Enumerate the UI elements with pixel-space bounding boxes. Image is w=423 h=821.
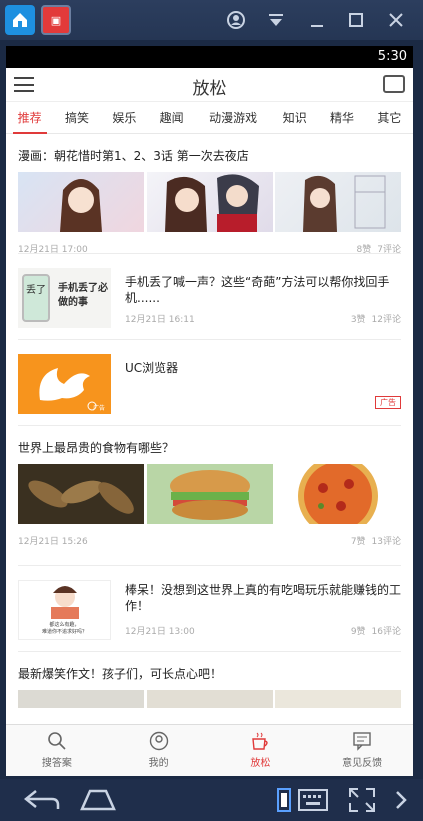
ad-body: UC浏览器 广告 — [125, 354, 401, 425]
tab-entertainment[interactable]: 娱乐 — [101, 103, 148, 133]
comic-image — [275, 172, 401, 232]
like-count: 9赞 — [350, 627, 366, 637]
comment-count: 16评论 — [371, 627, 401, 637]
essay-image — [18, 690, 144, 708]
list-item[interactable]: 丢了 手机丢了必做的事 手机丢了喊一声？这些“奇葩”方法可以帮你找回手机....… — [18, 254, 401, 340]
keyboard-icon[interactable] — [298, 789, 328, 811]
dropdown-icon[interactable] — [264, 8, 288, 32]
back-icon[interactable] — [22, 787, 62, 813]
nav-label: 搜答案 — [41, 758, 72, 769]
article-title: 棒呆！没想到这世界上真的有吃喝玩乐就能赚钱的工作！ — [125, 583, 402, 613]
image-row — [18, 690, 401, 708]
portrait-icon[interactable] — [276, 787, 292, 813]
article-meta: 12月21日 16:11 3赞 12评论 — [125, 312, 401, 325]
tab-funny[interactable]: 搞笑 — [53, 103, 100, 133]
chat-icon[interactable] — [383, 75, 405, 93]
ad-badge: 广告 — [375, 396, 401, 409]
article-date: 12月21日 15:26 — [18, 537, 88, 547]
thumb-caption: 都这么有趣， 难道你不追求好吗？ — [41, 622, 87, 635]
article-title: 最新爆笑作文！孩子们，可长点心吧！ — [18, 667, 223, 681]
image-row — [18, 172, 401, 232]
search-icon — [48, 732, 66, 750]
nav-label: 放松 — [250, 758, 271, 769]
uc-browser-logo: 广告 — [18, 354, 111, 414]
fullscreen-icon[interactable] — [348, 787, 376, 813]
article-meta: 12月21日 13:00 9赞 16评论 — [125, 624, 401, 637]
category-tabs: 推荐 搞笑 娱乐 趣闻 动漫游戏 知识 精华 其它 — [6, 102, 413, 134]
food-image — [18, 464, 144, 524]
food-image — [146, 464, 273, 524]
coffee-cup-icon — [252, 732, 269, 750]
article-date: 12月21日 16:11 — [125, 315, 195, 325]
nav-relax[interactable]: 放松 — [210, 725, 312, 776]
article-title: 漫画：朝花惜时第1、2、3话 第一次去夜店 — [18, 149, 249, 163]
article-meta: 12月21日 15:26 7赞 13评论 — [18, 534, 401, 547]
comment-count: 7评论 — [377, 245, 401, 255]
comment-count: 12评论 — [371, 315, 401, 325]
chevron-right-icon[interactable] — [394, 790, 408, 810]
thumb-caption: 手机丢了必做的事 — [58, 283, 108, 308]
image-row — [18, 464, 401, 524]
comic-image — [18, 172, 144, 232]
comment-count: 13评论 — [371, 537, 401, 547]
comic-image — [146, 172, 273, 232]
clock: 5:30 — [377, 49, 407, 64]
ad-item[interactable]: 广告 UC浏览器 广告 — [18, 340, 401, 426]
media-app-icon[interactable]: ▣ — [41, 5, 71, 35]
home-app-icon[interactable] — [5, 5, 35, 35]
emulator-titlebar: ▣ — [0, 0, 423, 40]
like-count: 7赞 — [350, 537, 366, 547]
list-item[interactable]: 世界上最昂贵的食物有哪些？ 12月21日 15:26 7赞 13评论 — [18, 426, 401, 566]
tab-recommend[interactable]: 推荐 — [6, 103, 53, 134]
nav-label: 我的 — [148, 758, 169, 769]
list-item[interactable]: 都这么有趣， 难道你不追求好吗？ 棒呆！没想到这世界上真的有吃喝玩乐就能赚钱的工… — [18, 566, 401, 652]
article-body: 手机丢了喊一声？这些“奇葩”方法可以帮你找回手机...... 12月21日 16… — [125, 268, 401, 339]
ad-thumb-tag: 广告 — [92, 405, 105, 412]
bottom-nav: 搜答案 我的 放松 意见反馈 — [6, 724, 413, 776]
tab-highlights[interactable]: 精华 — [318, 103, 365, 133]
list-item[interactable]: 最新爆笑作文！孩子们，可长点心吧！ — [18, 652, 401, 708]
nav-feedback[interactable]: 意见反馈 — [311, 725, 413, 776]
phone-lost-image: 丢了 手机丢了必做的事 — [18, 268, 111, 328]
like-count: 3赞 — [350, 315, 366, 325]
nav-label: 意见反馈 — [342, 758, 383, 769]
status-bar: 5:30 — [6, 46, 413, 68]
article-body: 棒呆！没想到这世界上真的有吃喝玩乐就能赚钱的工作！ 12月21日 13:00 9… — [125, 580, 401, 651]
ad-title: UC浏览器 — [125, 361, 179, 375]
essay-image — [146, 690, 273, 708]
profile-icon — [149, 731, 168, 751]
emulator-nav-bar — [0, 779, 423, 821]
article-title: 手机丢了喊一声？这些“奇葩”方法可以帮你找回手机...... — [125, 275, 390, 305]
app-header: 放松 — [6, 68, 413, 102]
article-date: 12月21日 13:00 — [125, 627, 195, 637]
tab-anime-games[interactable]: 动漫游戏 — [195, 103, 271, 133]
tab-knowledge[interactable]: 知识 — [271, 103, 318, 133]
news-feed: 漫画：朝花惜时第1、2、3话 第一次去夜店 12月21日 17:00 8赞 7评论 — [6, 134, 413, 708]
tab-interesting[interactable]: 趣闻 — [148, 103, 195, 133]
account-icon[interactable] — [224, 8, 248, 32]
tab-other[interactable]: 其它 — [366, 103, 413, 133]
close-icon[interactable] — [384, 8, 408, 32]
page-title: 放松 — [192, 79, 227, 99]
nav-mine[interactable]: 我的 — [108, 725, 210, 776]
feedback-icon — [353, 732, 371, 751]
essay-image — [275, 690, 401, 708]
article-title: 世界上最昂贵的食物有哪些？ — [18, 441, 175, 455]
phone-screen: 5:30 放松 推荐 搞笑 娱乐 趣闻 动漫游戏 知识 精华 其它 漫画：朝花惜… — [6, 46, 413, 776]
list-item[interactable]: 漫画：朝花惜时第1、2、3话 第一次去夜店 12月21日 17:00 8赞 7评论 — [18, 134, 401, 255]
like-count: 8赞 — [356, 245, 372, 255]
thumb-phone-text: 丢了 — [22, 274, 50, 322]
minimize-icon[interactable] — [305, 8, 329, 32]
cartoon-image: 都这么有趣， 难道你不追求好吗？ — [18, 580, 111, 640]
home-icon[interactable] — [78, 787, 118, 813]
maximize-icon[interactable] — [344, 8, 368, 32]
article-date: 12月21日 17:00 — [18, 245, 88, 255]
food-image — [275, 464, 401, 524]
nav-search-answers[interactable]: 搜答案 — [6, 725, 108, 776]
